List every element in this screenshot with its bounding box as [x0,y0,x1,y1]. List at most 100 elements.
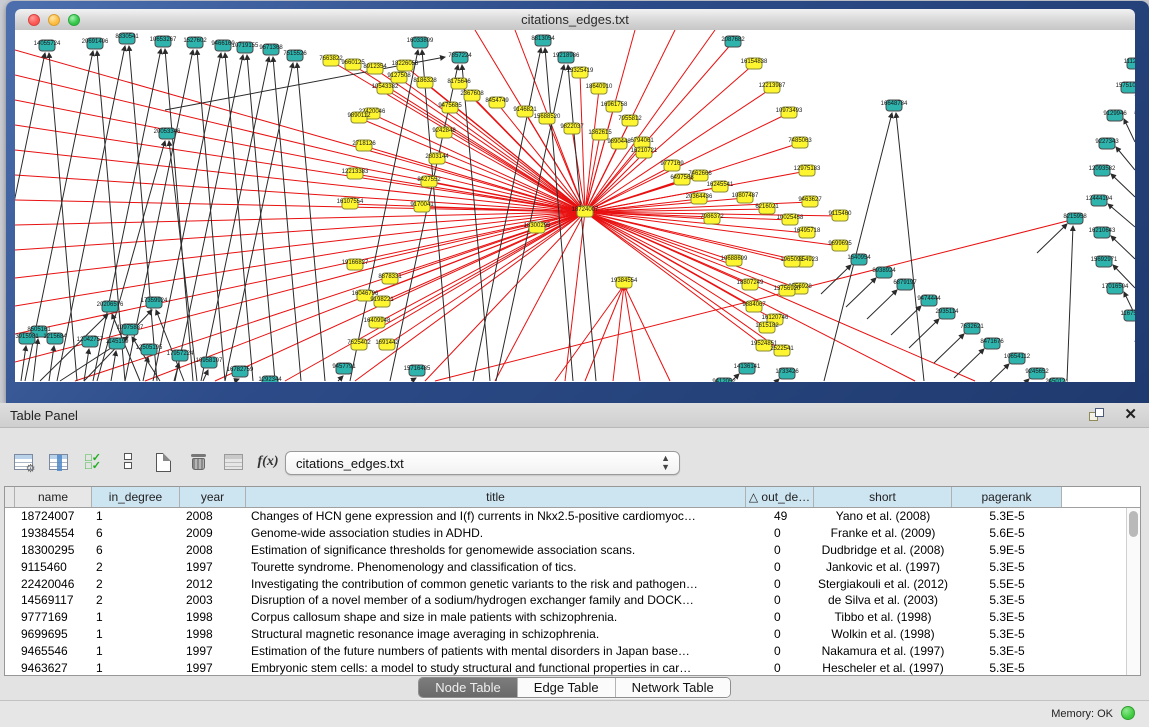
graph-node-label: 16210643 [1089,228,1116,234]
graph-edge [359,118,585,212]
column-header-year[interactable]: year [180,487,246,507]
table-cell: 5.3E-5 [952,560,1062,574]
graph-edge [896,113,924,381]
table-row[interactable]: 1456911722003Disruption of a novel membe… [5,592,1140,609]
table-cell: 1 [92,509,180,523]
column-header-gutter[interactable] [5,487,15,507]
table-cell: de Silva et al. (2003) [814,593,952,607]
graph-edge [15,212,585,306]
graph-node-label: 8330541 [115,34,139,40]
graph-node-label: 12444194 [1086,196,1113,202]
graph-edge [821,265,851,294]
graph-edge [846,278,876,307]
table-cell: 1998 [180,610,246,624]
graph-edge [1111,236,1135,259]
table-cell: 0 [746,593,814,607]
column-header-pagerank[interactable]: pagerank [952,487,1062,507]
graph-edge [1111,174,1135,197]
select-arrows-icon: ▲▼ [661,454,670,472]
network-canvas[interactable]: 1872400718300295193845547663822966012589… [15,30,1135,382]
table-toolbar: ⚙ □✓□✓ f(x) [10,447,281,477]
delete-column-icon[interactable] [185,449,211,476]
graph-edge [33,339,38,381]
tab-edge-table[interactable]: Edge Table [517,678,615,697]
table-row[interactable]: 1830029562008Estimation of significance … [5,542,1140,559]
graph-node-label: 14055724 [34,41,61,47]
table-row[interactable]: 977716911998Corpus callosum shape and si… [5,609,1140,626]
graph-node-label: 12093582 [1089,166,1116,172]
table-cell: Genome-wide association studies in ADHD. [246,526,746,540]
table-cell: Structural magnetic resonance image aver… [246,627,746,641]
graph-edge [585,212,792,262]
graph-node-label: 2087682 [721,37,745,43]
table-cell: Dudbridge et al. (2008) [814,543,952,557]
table-row[interactable]: 969969511998Structural magnetic resonanc… [5,626,1140,643]
table-row[interactable]: 946554611997Estimation of the future num… [5,642,1140,659]
graph-edge [247,55,275,381]
graph-node-label: 9457791 [332,364,356,370]
column-header-out_de…[interactable]: △ out_de… [746,487,814,507]
table-scrollbar[interactable] [1126,508,1140,675]
graph-node-label: 15688520 [534,114,561,120]
table-body: 1872400712008Changes of HCN gene express… [5,508,1140,676]
table-cell: 6 [92,543,180,557]
graph-edge [585,30,715,212]
graph-node-label: 16409948 [364,318,391,324]
graph-node-label: 6216021 [755,204,779,210]
graph-node-label: 2803144 [425,154,449,160]
application-window: citations_edges.txt 18724007183002951938… [0,0,1149,727]
table-cell: Corpus callosum shape and size in male p… [246,610,746,624]
graph-node-label: 20053346 [154,129,181,135]
table-cell: Estimation of the future numbers of pati… [246,644,746,658]
network-view-window[interactable]: citations_edges.txt 18724007183002951938… [6,1,1149,403]
table-row[interactable]: 1872400712008Changes of HCN gene express… [5,508,1140,525]
graph-node-label: 9146821 [513,107,537,113]
scrollbar-thumb[interactable] [1129,511,1138,537]
graph-node-label: 10719155 [232,43,259,49]
graph-node-label: 18640910 [586,84,613,90]
table-cell: 5.3E-5 [952,644,1062,658]
graph-node-label: 1362615 [588,130,612,136]
close-panel-icon[interactable]: ✕ [1124,406,1137,424]
float-panel-icon[interactable] [1089,408,1105,423]
graph-node-label: 1615182 [755,323,779,329]
table-cell: Investigating the contribution of common… [246,577,746,591]
table-cell: 2 [92,593,180,607]
table-row[interactable]: 1938455462009Genome-wide association stu… [5,525,1140,542]
column-header-title[interactable]: title [246,487,746,507]
function-builder-icon[interactable]: f(x) [255,449,281,476]
row-height-icon[interactable] [115,449,141,476]
table-cell: Jankovic et al. (1997) [814,560,952,574]
graph-node-label: 9822037 [560,124,584,130]
graph-node-label: 17359924 [141,298,168,304]
table-options-icon[interactable]: ⚙ [10,449,36,476]
table-row[interactable]: 2242004622012Investigating the contribut… [5,575,1140,592]
graph-node-label: 16495718 [794,228,821,234]
graph-node-label: 18724007 [572,207,599,213]
table-cell: Wolkin et al. (1998) [814,627,952,641]
graph-edge [165,49,193,381]
create-column-icon[interactable] [150,449,176,476]
column-header-short[interactable]: short [814,487,952,507]
table-source-select[interactable]: citations_edges.txt ▲▼ [285,451,680,475]
graph-edge [555,285,624,381]
graph-node-label: 8186328 [413,78,437,84]
graph-node-label: 15716485 [404,366,431,372]
column-header-in_degree[interactable]: in_degree [92,487,180,507]
graph-edge [15,212,585,225]
table-row[interactable]: 911546021997Tourette syndrome. Phenomeno… [5,558,1140,575]
graph-node-label: 7955812 [618,116,642,122]
import-table-icon[interactable] [220,449,246,476]
select-columns-icon[interactable]: □✓□✓ [80,449,106,476]
tab-node-table[interactable]: Node Table [419,678,517,697]
table-cell: Franke et al. (2009) [814,526,952,540]
table-cell: 1 [92,627,180,641]
tab-network-table[interactable]: Network Table [615,678,730,697]
table-cell: 19384554 [15,526,92,540]
graph-node-label: 16210721 [631,148,658,154]
graph-edge [338,376,343,381]
graph-node-label: 8471676 [980,339,1004,345]
network-window-titlebar[interactable]: citations_edges.txt [15,9,1135,31]
column-header-name[interactable]: name [15,487,92,507]
show-columns-icon[interactable] [45,449,71,476]
